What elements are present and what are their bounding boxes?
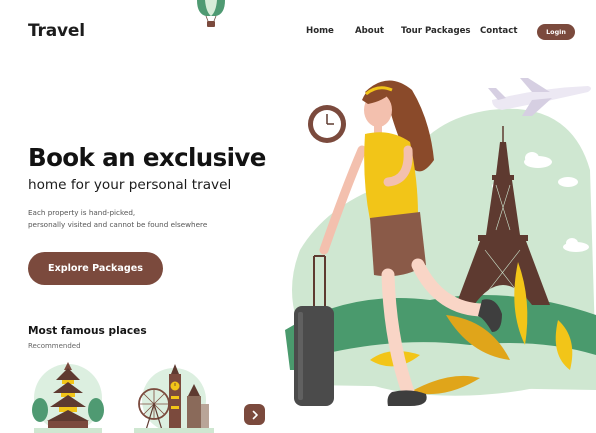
hot-air-balloon-icon — [197, 0, 225, 27]
nav-home-link[interactable]: Home — [306, 26, 334, 36]
hero-description-line: Each property is hand-picked, — [28, 208, 136, 217]
login-button[interactable]: Login — [537, 24, 575, 40]
next-places-button[interactable] — [244, 404, 265, 425]
main-nav: Home About Tour Packages Contact — [0, 26, 596, 40]
hero-title: Book an exclusive — [28, 143, 266, 172]
explore-packages-button[interactable]: Explore Packages — [28, 252, 163, 285]
nav-contact-link[interactable]: Contact — [480, 26, 517, 36]
places-section-title: Most famous places — [28, 325, 147, 337]
place-card-pagoda[interactable] — [28, 360, 108, 433]
hero-description-line: personally visited and cannot be found e… — [28, 220, 208, 229]
london-landmarks-icon — [134, 364, 214, 433]
nav-about-link[interactable]: About — [355, 26, 384, 36]
places-section-subtitle: Recommended — [28, 342, 81, 350]
pagoda-icon — [32, 362, 104, 433]
wall-clock-icon — [308, 105, 346, 143]
hero-description: Each property is hand-picked, personally… — [28, 207, 258, 231]
place-card-london[interactable] — [134, 360, 214, 433]
travel-illustration — [285, 78, 596, 406]
nav-tour-packages-link[interactable]: Tour Packages — [401, 26, 471, 36]
chevron-right-icon — [252, 410, 258, 419]
hero-subtitle: home for your personal travel — [28, 177, 232, 193]
